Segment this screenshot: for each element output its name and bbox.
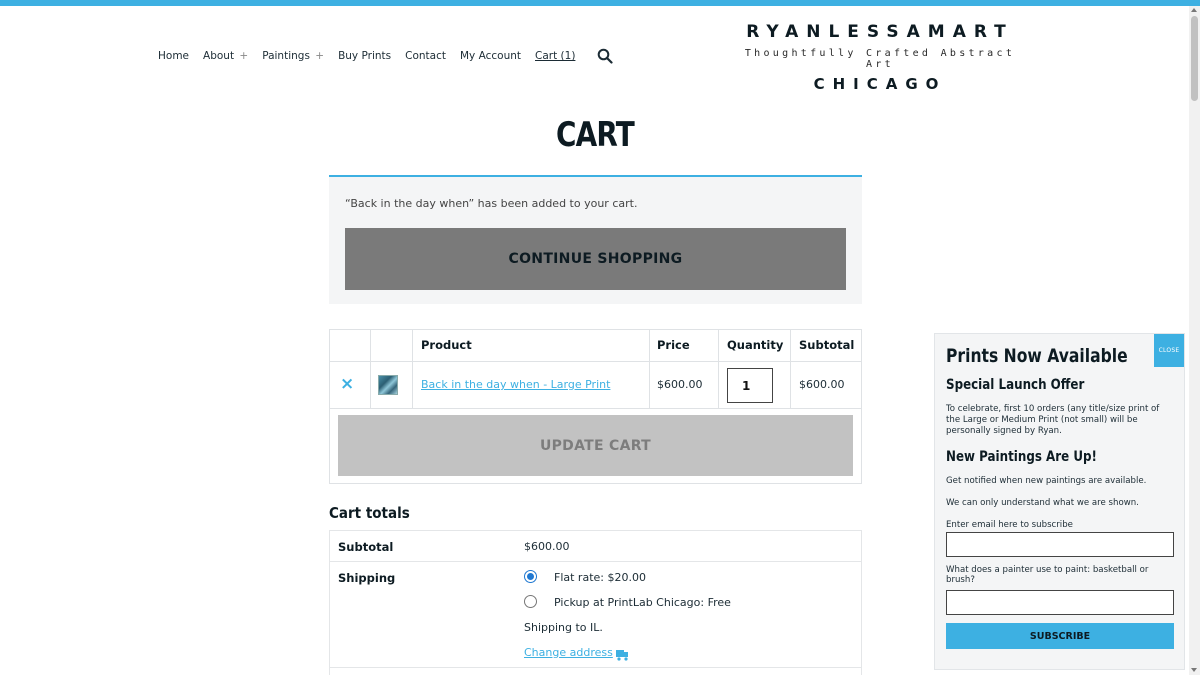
nav-label: Contact: [405, 50, 446, 62]
nav-item-contact[interactable]: Contact: [405, 50, 446, 62]
search-icon[interactable]: [597, 48, 614, 64]
main-nav: Home About + Paintings + Buy Prints Cont…: [158, 48, 614, 64]
header-subtotal: Subtotal: [799, 338, 855, 352]
quantity-input[interactable]: 1: [727, 368, 773, 403]
nav-label: Home: [158, 50, 190, 62]
nav-item-paintings[interactable]: Paintings +: [262, 50, 324, 62]
submenu-plus-icon[interactable]: +: [315, 50, 324, 62]
header-product: Product: [421, 338, 472, 352]
nav-label: Buy Prints: [338, 50, 392, 62]
continue-shopping-button[interactable]: CONTINUE SHOPPING: [345, 228, 846, 290]
pickup-radio[interactable]: [524, 595, 537, 608]
scroll-down-icon[interactable]: [1191, 668, 1197, 672]
popup-title: Prints Now Available: [946, 345, 1128, 367]
header-quantity: Quantity: [727, 338, 784, 352]
cart-notice: “Back in the day when” has been added to…: [329, 175, 862, 304]
truck-icon[interactable]: [616, 646, 629, 661]
notify-text: Get notified when new paintings are avai…: [946, 476, 1147, 486]
header-price: Price: [657, 338, 690, 352]
brand-tagline: Thoughtfully Crafted Abstract Art: [744, 48, 1016, 70]
scroll-up-icon[interactable]: [1191, 8, 1197, 12]
cart-totals-title: Cart totals: [329, 504, 410, 522]
subtotal-label: Subtotal: [338, 540, 394, 554]
notice-message: “Back in the day when” has been added to…: [345, 197, 638, 210]
shipping-destination: Shipping to IL.: [524, 621, 603, 634]
site-logo[interactable]: RYANLESSAMART Thoughtfully Crafted Abstr…: [732, 22, 1028, 93]
update-cart-button[interactable]: UPDATE CART: [338, 415, 853, 476]
column-divider: [370, 330, 371, 409]
pickup-label: Pickup at PrintLab Chicago: Free: [554, 596, 731, 609]
flat-rate-radio[interactable]: [524, 570, 537, 583]
cart-totals-table: Subtotal $600.00 Shipping Flat rate: $20…: [329, 530, 862, 675]
nav-label: About: [203, 50, 235, 62]
remove-item-icon[interactable]: ×: [340, 374, 354, 394]
top-accent-bar: [0, 0, 1200, 6]
submenu-plus-icon[interactable]: +: [239, 50, 248, 62]
offer-heading: Special Launch Offer: [946, 377, 1085, 393]
subscribe-button[interactable]: SUBSCRIBE: [946, 623, 1174, 649]
page-scrollbar[interactable]: [1189, 6, 1200, 675]
offer-text: To celebrate, first 10 orders (any title…: [946, 404, 1160, 436]
scrollbar-thumb[interactable]: [1191, 16, 1198, 101]
subscribe-popup: CLOSE Prints Now Available Special Launc…: [934, 333, 1185, 670]
email-field[interactable]: [946, 532, 1174, 557]
nav-label: Paintings: [262, 50, 310, 62]
column-divider: [790, 330, 791, 409]
close-button[interactable]: CLOSE: [1154, 334, 1184, 367]
brand-city: CHICAGO: [813, 75, 947, 93]
nav-item-buy-prints[interactable]: Buy Prints: [338, 50, 391, 62]
new-paintings-heading: New Paintings Are Up!: [946, 449, 1097, 465]
subtotal-value: $600.00: [524, 540, 570, 553]
email-label: Enter email here to subscribe: [946, 520, 1073, 530]
product-link[interactable]: Back in the day when - Large Print: [421, 378, 610, 391]
captcha-question-label: What does a painter use to paint: basket…: [946, 565, 1149, 585]
cart-table: Product Price Quantity Subtotal × Back i…: [329, 329, 862, 484]
column-divider: [649, 330, 650, 409]
cart-table-header: Product Price Quantity Subtotal: [330, 330, 861, 362]
subtotal-row: Subtotal $600.00: [330, 531, 861, 562]
item-subtotal: $600.00: [799, 378, 845, 391]
change-address-link[interactable]: Change address: [524, 646, 613, 659]
popup-quote: We can only understand what we are shown…: [946, 498, 1139, 508]
column-divider: [412, 330, 413, 409]
product-thumbnail[interactable]: [378, 375, 398, 395]
cart-item-row: × Back in the day when - Large Print $60…: [330, 362, 861, 409]
captcha-answer-field[interactable]: [946, 590, 1174, 615]
nav-item-home[interactable]: Home: [158, 50, 189, 62]
shipping-row: Shipping Flat rate: $20.00 Pickup at Pri…: [330, 562, 861, 668]
nav-label: My Account: [459, 50, 521, 62]
column-divider: [718, 330, 719, 409]
item-price: $600.00: [657, 378, 703, 391]
flat-rate-label: Flat rate: $20.00: [554, 571, 646, 584]
page-title: CART: [555, 115, 635, 155]
nav-item-cart[interactable]: Cart (1): [535, 50, 575, 62]
shipping-label: Shipping: [338, 571, 396, 585]
nav-label: Cart (1): [535, 50, 576, 62]
brand-name: RYANLESSAMART: [746, 22, 1014, 42]
nav-item-my-account[interactable]: My Account: [460, 50, 521, 62]
nav-item-about[interactable]: About +: [203, 50, 248, 62]
